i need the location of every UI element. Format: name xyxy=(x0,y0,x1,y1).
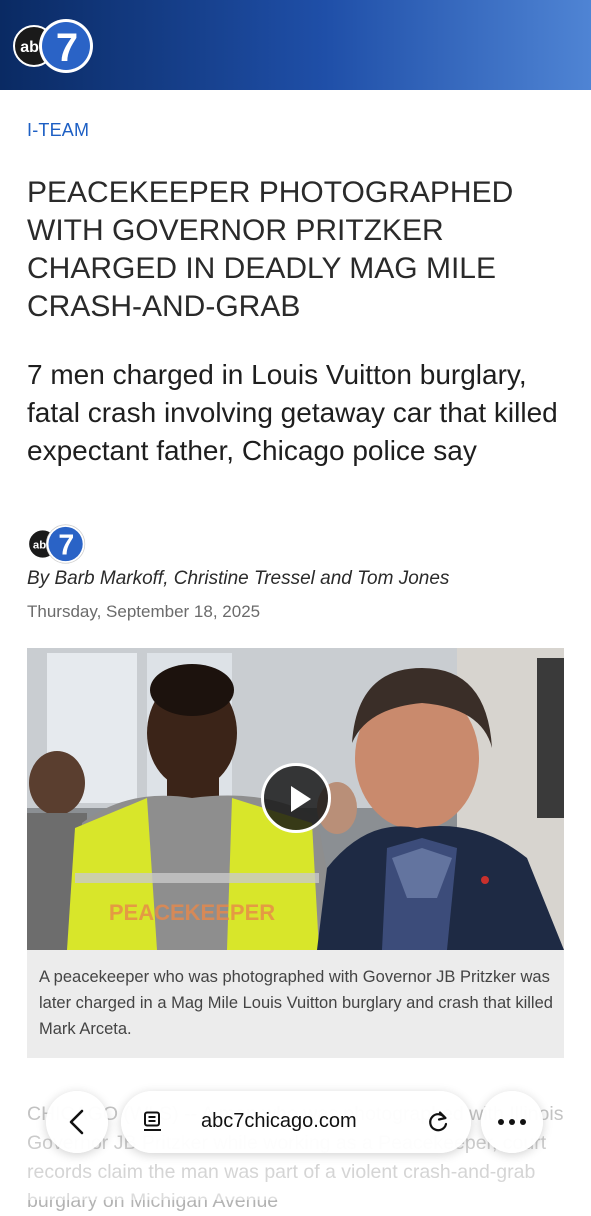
site-header: abc 7 xyxy=(0,0,591,90)
abc7-logo[interactable]: abc 7 xyxy=(12,17,96,75)
chevron-left-icon xyxy=(69,1109,84,1135)
play-button[interactable] xyxy=(261,763,331,833)
article-subhead: 7 men charged in Louis Vuitton burglary,… xyxy=(27,359,558,466)
more-button[interactable] xyxy=(481,1091,543,1153)
article-headline: PEACEKEEPER PHOTOGRAPHED WITH GOVERNOR P… xyxy=(27,176,514,323)
logo-seven-text: 7 xyxy=(56,26,78,70)
back-button[interactable] xyxy=(46,1091,108,1153)
photo-caption-box: A peacekeeper who was photographed with … xyxy=(27,950,564,1058)
more-icon xyxy=(498,1119,526,1125)
url-text[interactable]: abc7chicago.com xyxy=(201,1110,357,1133)
reload-icon[interactable] xyxy=(425,1109,451,1135)
byline-logo-seven-text: 7 xyxy=(58,530,74,562)
article-date: Thursday, September 18, 2025 xyxy=(27,602,261,621)
byline-abc7-logo: abc 7 xyxy=(27,524,86,564)
reader-icon[interactable] xyxy=(141,1110,165,1134)
section-label[interactable]: I-TEAM xyxy=(27,120,89,141)
vest-lettering: PEACEKEEPER xyxy=(109,900,275,925)
article-byline: By Barb Markoff, Christine Tressel and T… xyxy=(27,568,450,589)
photo-caption: A peacekeeper who was photographed with … xyxy=(39,968,553,1038)
address-bar[interactable]: abc7chicago.com xyxy=(121,1091,471,1153)
